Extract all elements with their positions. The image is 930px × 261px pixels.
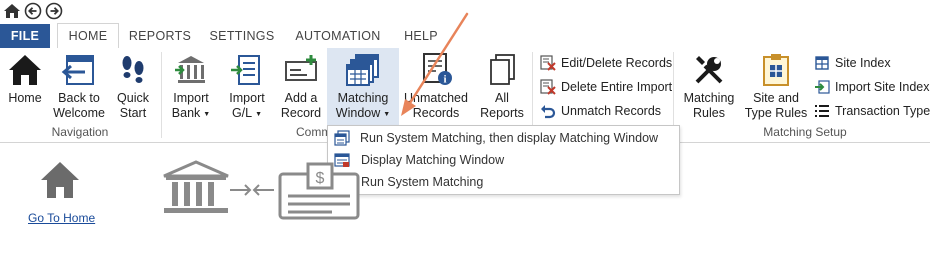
grid-icon: [815, 56, 829, 70]
back-to-welcome-icon: [61, 55, 94, 85]
import-bank-icon: [175, 56, 205, 83]
add-record-label-1: Add a: [284, 91, 318, 105]
edit-delete-icon: [540, 55, 556, 71]
site-index-button[interactable]: Site Index: [814, 52, 924, 74]
add-record-button[interactable]: Add a Record: [277, 48, 325, 126]
tab-help[interactable]: HELP: [399, 24, 443, 48]
footsteps-icon: [122, 56, 144, 83]
transaction-types-button[interactable]: Transaction Types: [814, 100, 930, 122]
unmatched-records-label-2: Records: [412, 106, 460, 120]
import-bank-button[interactable]: Import Bank ▼: [166, 48, 216, 126]
bank-icon: [163, 160, 229, 213]
undo-icon: [541, 105, 556, 119]
matching-window-button[interactable]: Matching Window ▼: [327, 48, 399, 126]
chevron-down-icon: ▼: [203, 111, 211, 118]
quick-access-toolbar: [0, 0, 930, 24]
site-type-rules-label-2: Type Rules: [744, 106, 808, 120]
matching-window-dropdown: Run System Matching, then display Matchi…: [327, 125, 680, 195]
home-button[interactable]: Home: [2, 48, 48, 126]
edit-delete-records-label: Edit/Delete Records: [561, 56, 673, 70]
tab-settings[interactable]: SETTINGS: [206, 24, 278, 48]
matching-window-icon: [334, 130, 350, 146]
delete-import-icon: [540, 79, 556, 95]
unmatch-records-button[interactable]: Unmatch Records: [540, 100, 670, 122]
transaction-types-label: Transaction Types: [835, 104, 930, 118]
group-label-matching-setup: Matching Setup: [763, 125, 847, 139]
home-label: Home: [8, 91, 42, 105]
home-icon[interactable]: [38, 160, 82, 200]
unmatched-records-icon: i: [423, 53, 452, 86]
chevron-down-icon: ▼: [255, 111, 263, 118]
import-site-index-button[interactable]: Import Site Index: [814, 76, 930, 98]
site-type-rules-label-1: Site and: [753, 91, 799, 105]
quick-start-label-1: Quick: [117, 91, 149, 105]
menu-item-run-system-matching-then-display[interactable]: Run System Matching, then display Matchi…: [328, 127, 679, 149]
site-and-type-rules-button[interactable]: Site and Type Rules: [744, 48, 808, 126]
back-to-welcome-label-1: Back to: [58, 91, 100, 105]
matching-rules-label-1: Matching: [683, 91, 735, 105]
bank-to-check-graphic: $: [163, 160, 360, 220]
exchange-arrows-icon: [230, 184, 274, 196]
back-to-welcome-button[interactable]: Back to Welcome: [52, 48, 106, 126]
import-site-index-label: Import Site Index: [835, 80, 930, 94]
home-icon: [9, 55, 41, 85]
clipboard-icon: [763, 54, 789, 86]
quick-start-label-2: Start: [119, 106, 147, 120]
matching-window-label-2: Window: [335, 106, 381, 120]
back-icon[interactable]: [24, 2, 42, 20]
group-label-navigation: Navigation: [51, 125, 109, 139]
matching-window-icon: [346, 54, 379, 86]
add-record-icon: [285, 55, 317, 81]
site-index-label: Site Index: [835, 56, 891, 70]
svg-text:$: $: [316, 170, 325, 187]
menu-item-label: Display Matching Window: [361, 153, 505, 167]
import-gl-label-1: Import: [229, 91, 265, 105]
edit-delete-records-button[interactable]: Edit/Delete Records: [540, 52, 673, 74]
menu-item-label: Run System Matching: [361, 175, 484, 189]
svg-text:i: i: [443, 74, 446, 86]
import-gl-label-2: G/L: [231, 106, 253, 120]
chevron-down-icon: ▼: [383, 111, 391, 118]
home-icon[interactable]: [3, 2, 21, 20]
import-bank-label-2: Bank: [171, 106, 201, 120]
tab-automation[interactable]: AUTOMATION: [290, 24, 386, 48]
import-bank-label-1: Import: [173, 91, 209, 105]
unmatched-records-label-1: Unmatched: [404, 91, 468, 105]
import-icon: [815, 80, 830, 94]
check-icon: $: [278, 162, 360, 220]
menu-item-run-system-matching[interactable]: Run System Matching: [328, 171, 679, 193]
import-gl-button[interactable]: Import G/L ▼: [222, 48, 272, 126]
tools-icon: [695, 56, 723, 84]
unmatched-records-button[interactable]: i Unmatched Records: [401, 48, 471, 126]
tab-file[interactable]: FILE: [0, 24, 50, 48]
delete-entire-import-label: Delete Entire Import: [561, 80, 673, 94]
back-to-welcome-label-2: Welcome: [53, 106, 105, 120]
matching-window-label-1: Matching: [337, 91, 389, 105]
all-reports-button[interactable]: All Reports: [477, 48, 527, 126]
matching-rules-button[interactable]: Matching Rules: [679, 48, 739, 126]
ribbon-tab-bar: FILE HOME REPORTS SETTINGS AUTOMATION HE…: [0, 23, 930, 50]
all-reports-label-2: Reports: [480, 106, 524, 120]
delete-entire-import-button[interactable]: Delete Entire Import: [540, 76, 673, 98]
menu-item-display-matching-window[interactable]: Display Matching Window: [328, 149, 679, 171]
tab-reports[interactable]: REPORTS: [127, 24, 193, 48]
group-separator: [161, 52, 162, 138]
menu-item-label: Run System Matching, then display Matchi…: [360, 131, 659, 145]
go-to-home-link[interactable]: Go To Home: [28, 211, 95, 225]
import-gl-icon: [231, 55, 260, 85]
add-record-label-2: Record: [280, 106, 322, 120]
all-reports-label-1: All: [495, 91, 509, 105]
all-reports-icon: [490, 54, 515, 85]
unmatch-records-label: Unmatch Records: [561, 104, 662, 118]
tab-home[interactable]: HOME: [57, 23, 119, 50]
quick-start-button[interactable]: Quick Start: [110, 48, 156, 126]
list-icon: [815, 105, 829, 117]
forward-icon[interactable]: [45, 2, 63, 20]
matching-rules-label-2: Rules: [693, 106, 725, 120]
